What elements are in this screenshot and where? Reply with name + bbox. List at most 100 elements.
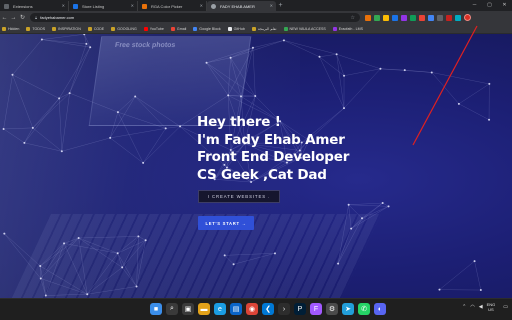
network-line [135, 96, 166, 129]
edge-icon[interactable]: e [214, 303, 226, 315]
network-dot [116, 252, 119, 255]
tab-extensions[interactable]: Extensions ✕ [0, 1, 69, 11]
network-dot [430, 71, 433, 74]
network-line [87, 286, 137, 295]
extension-icon[interactable] [455, 14, 461, 21]
close-icon[interactable]: ✕ [62, 3, 65, 8]
chrome-icon[interactable]: ◉ [246, 303, 258, 315]
maximize-icon[interactable]: ▢ [482, 0, 497, 11]
bookmark-item[interactable]: تعلم البرمجة [251, 26, 277, 31]
network-line [40, 265, 88, 295]
network-line [64, 243, 118, 254]
tab-fady-ehab-amer[interactable]: FADY EHAB AMER ✕ [207, 1, 276, 11]
extension-icon[interactable] [437, 14, 443, 21]
network-line [348, 202, 383, 205]
wifi-icon[interactable]: ◠ [470, 304, 474, 310]
bookmark-item[interactable]: Gmail [170, 26, 186, 31]
extension-icon[interactable] [410, 14, 416, 21]
extension-icon[interactable] [446, 14, 452, 21]
tab-title: Store Listing [82, 3, 105, 9]
network-line [40, 237, 79, 267]
close-icon[interactable]: ✕ [131, 3, 134, 8]
chevron-up-icon[interactable]: ⌃ [462, 304, 466, 310]
extension-icon[interactable] [392, 14, 398, 21]
file-explorer-icon[interactable]: ▬ [198, 303, 210, 315]
minimize-icon[interactable]: ─ [467, 0, 482, 11]
network-dot [77, 237, 80, 240]
profile-avatar-icon[interactable] [464, 14, 471, 21]
language-indicator[interactable]: ENG US [487, 302, 496, 312]
lock-icon[interactable]: 🔒︎ [35, 15, 37, 20]
network-dot [438, 288, 441, 291]
network-line [138, 236, 146, 241]
taskbar: ■ ⌕ ▣ ▬ e ▤ ◉ ❮ › P F ⚙ ➤ ✆ ◐ ⌃ ◠ ◀ ENG US ▭ [0, 298, 512, 320]
close-window-icon[interactable]: ✕ [497, 0, 512, 11]
bookmark-item[interactable]: GitHub [227, 26, 245, 31]
settings-icon[interactable]: ⚙ [326, 303, 338, 315]
figma-icon[interactable]: F [310, 303, 322, 315]
task-view-icon[interactable]: ▣ [182, 303, 194, 315]
extension-icon[interactable] [401, 14, 407, 21]
bookmark-item[interactable]: NEW VAULA ACCESS [283, 26, 326, 31]
extension-icon[interactable] [383, 14, 389, 21]
store-icon[interactable]: ▤ [230, 303, 242, 315]
forward-icon[interactable]: → [9, 15, 18, 21]
bookmark-item[interactable]: YouTube [143, 26, 164, 31]
network-line [63, 237, 79, 244]
discord-icon[interactable]: ◐ [374, 303, 386, 315]
network-line [336, 54, 345, 76]
network-dot [40, 38, 43, 41]
whatsapp-icon[interactable]: ✆ [358, 303, 370, 315]
folder-icon [52, 26, 57, 31]
network-dot [44, 294, 47, 297]
lets-start-button[interactable]: LET'S START → [198, 216, 254, 230]
globe-icon [211, 3, 216, 9]
bookmark-item[interactable]: CODE [87, 26, 104, 31]
network-dot [85, 42, 88, 45]
tab-title: Extensions [13, 3, 33, 9]
vscode-icon[interactable]: ❮ [262, 303, 274, 315]
reload-icon[interactable]: ↻ [18, 14, 27, 21]
network-line [40, 265, 46, 296]
extension-icon[interactable] [419, 14, 425, 21]
network-line [458, 83, 490, 104]
notification-icon[interactable]: ▭ [503, 304, 508, 310]
create-websites-button[interactable]: I CREATE WEBSITES . [198, 190, 280, 203]
photoshop-icon[interactable]: P [294, 303, 306, 315]
extension-icon[interactable] [428, 14, 434, 21]
bookmark-item[interactable]: GOOGLING [111, 26, 137, 31]
new-tab-button[interactable]: + [276, 1, 285, 11]
telegram-icon[interactable]: ➤ [342, 303, 354, 315]
close-icon[interactable]: ✕ [270, 3, 273, 8]
address-bar[interactable]: 🔒︎ fadyehabamer.com ☆ [30, 13, 360, 22]
extension-icon[interactable] [374, 14, 380, 21]
network-dot [121, 266, 124, 269]
extension-icon[interactable] [365, 14, 371, 21]
volume-icon[interactable]: ◀ [479, 304, 483, 310]
search-icon[interactable]: ⌕ [166, 303, 178, 315]
star-icon[interactable]: ☆ [351, 15, 355, 21]
network-line [122, 267, 137, 287]
network-line [84, 34, 87, 44]
tab-color-picker[interactable]: RGA Color Picker ✕ [138, 1, 207, 11]
bookmarks-bar: Hidden TODOS INSPIRATION CODE GOOGLING YouTub… [0, 24, 512, 34]
network-dot [223, 254, 226, 257]
tab-store-listing[interactable]: Store Listing ✕ [69, 1, 138, 11]
terminal-icon[interactable]: › [278, 303, 290, 315]
bookmark-item[interactable]: Hidden [2, 26, 19, 31]
network-dot [144, 239, 147, 242]
bookmark-item[interactable]: TODOS [26, 26, 45, 31]
extensions-area [365, 14, 471, 21]
store-icon [73, 3, 78, 9]
bookmark-item[interactable]: Eraofath - LMS [332, 26, 363, 31]
network-dot [251, 46, 254, 49]
network-dot [232, 263, 235, 266]
back-icon[interactable]: ← [0, 15, 9, 21]
windows-icon[interactable]: ■ [150, 303, 162, 315]
network-dot [347, 203, 350, 206]
folder-icon [2, 26, 6, 31]
bookmark-item[interactable]: INSPIRATION [52, 26, 81, 31]
network-line [45, 294, 88, 296]
close-icon[interactable]: ✕ [200, 3, 203, 8]
bookmark-item[interactable]: Google Block [193, 26, 221, 31]
